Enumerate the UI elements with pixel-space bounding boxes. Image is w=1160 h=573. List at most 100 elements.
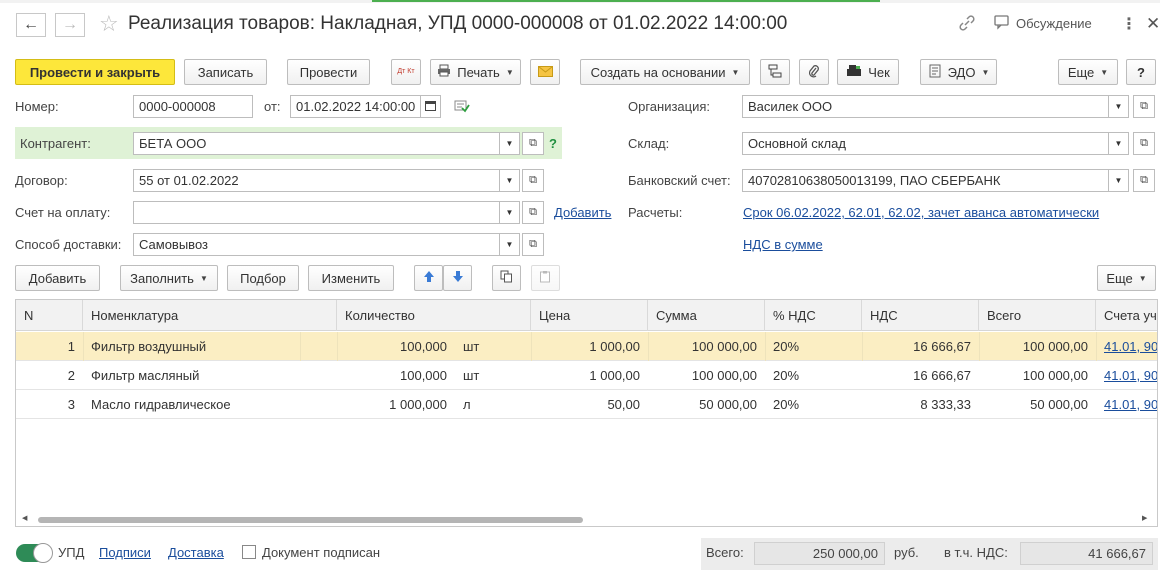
attachments-button[interactable]	[799, 59, 829, 85]
table-row[interactable]: 2 Фильтр масляный 100,000 шт 1 000,00 10…	[16, 361, 1157, 390]
goods-table[interactable]: N Номенклатура Количество Цена Сумма % Н…	[15, 299, 1158, 527]
open-icon: ⧉	[529, 238, 537, 250]
cell-unit: шт	[463, 339, 480, 354]
add-row-button[interactable]: Добавить	[15, 265, 100, 291]
delivery-method-open-button[interactable]: ⧉	[522, 233, 544, 256]
cell-n: 3	[67, 397, 75, 412]
signatures-link[interactable]: Подписи	[99, 545, 151, 560]
more-label: Еще	[1067, 64, 1095, 80]
invoice-field[interactable]	[133, 201, 500, 224]
favorite-star-icon[interactable]: ☆	[99, 11, 119, 37]
scroll-right-icon[interactable]: ▶	[1142, 514, 1147, 522]
paste-icon	[539, 270, 552, 286]
warehouse-dropdown[interactable]: ▼	[1109, 132, 1129, 155]
column-header-price[interactable]: Цена	[531, 300, 648, 331]
paste-row-button[interactable]	[531, 265, 560, 291]
discussion-button[interactable]: Обсуждение	[993, 14, 1092, 33]
delivery-link[interactable]: Доставка	[168, 545, 224, 560]
document-flow-icon	[928, 64, 942, 81]
invoice-dropdown[interactable]: ▼	[500, 201, 520, 224]
close-icon[interactable]: ✕	[1146, 14, 1160, 34]
column-header-qty[interactable]: Количество	[337, 300, 531, 331]
column-header-name[interactable]: Номенклатура	[83, 300, 337, 331]
contract-dropdown[interactable]: ▼	[500, 169, 520, 192]
more-button[interactable]: Еще ▼	[1058, 59, 1118, 85]
contract-field[interactable]: 55 от 01.02.2022	[133, 169, 500, 192]
vat-total-label: в т.ч. НДС:	[944, 545, 1008, 560]
bank-account-open-button[interactable]: ⧉	[1133, 169, 1155, 192]
dt-kt-button[interactable]: Дт Кт	[391, 59, 421, 85]
table-row[interactable]: 3 Масло гидравлическое 1 000,000 л 50,00…	[16, 390, 1157, 419]
contract-open-button[interactable]: ⧉	[522, 169, 544, 192]
organization-open-button[interactable]: ⧉	[1133, 95, 1155, 118]
column-header-n[interactable]: N	[16, 300, 83, 331]
pick-button[interactable]: Подбор	[227, 265, 299, 291]
delivery-method-dropdown[interactable]: ▼	[500, 233, 520, 256]
delivery-method-label: Способ доставки:	[15, 237, 122, 252]
create-based-on-button[interactable]: Создать на основании ▼	[580, 59, 750, 85]
edo-button[interactable]: ЭДО ▼	[920, 59, 997, 85]
column-header-accounts[interactable]: Счета уч	[1096, 300, 1157, 331]
scroll-left-icon[interactable]: ◀	[22, 514, 27, 522]
validate-icon[interactable]	[454, 99, 470, 116]
post-and-close-button[interactable]: Провести и закрыть	[15, 59, 175, 85]
invoice-add-link[interactable]: Добавить	[554, 205, 611, 220]
chevron-down-icon: ▼	[505, 176, 514, 185]
back-button[interactable]: ←	[16, 13, 46, 37]
move-up-button[interactable]	[414, 265, 443, 291]
column-header-sum[interactable]: Сумма	[648, 300, 765, 331]
organization-field[interactable]: Василек ООО	[742, 95, 1109, 118]
scrollbar-thumb[interactable]	[38, 517, 583, 523]
open-icon: ⧉	[1140, 100, 1148, 112]
hierarchy-icon	[768, 64, 782, 81]
settlements-link[interactable]: Срок 06.02.2022, 62.01, 62.02, зачет ава…	[743, 205, 1099, 220]
chevron-down-icon: ▼	[1114, 176, 1123, 185]
cell-price: 1 000,00	[589, 368, 640, 383]
post-button[interactable]: Провести	[287, 59, 370, 85]
contractor-field[interactable]: БЕТА ООО	[133, 132, 500, 155]
chevron-down-icon: ▼	[1114, 102, 1123, 111]
column-header-vat-rate[interactable]: % НДС	[765, 300, 862, 331]
cell-accounts-link[interactable]: 41.01, 90	[1096, 332, 1157, 361]
email-button[interactable]	[530, 59, 560, 85]
warehouse-open-button[interactable]: ⧉	[1133, 132, 1155, 155]
forward-button[interactable]: →	[55, 13, 85, 37]
invoice-label: Счет на оплату:	[15, 205, 111, 220]
delivery-method-field[interactable]: Самовывоз	[133, 233, 500, 256]
save-button[interactable]: Записать	[184, 59, 267, 85]
more-actions-icon[interactable]: ⋮	[1121, 14, 1137, 34]
vat-in-sum-link[interactable]: НДС в сумме	[743, 237, 823, 252]
cell-accounts-link[interactable]: 41.01, 90	[1096, 390, 1157, 419]
help-button[interactable]: ?	[1126, 59, 1156, 85]
link-icon[interactable]	[958, 14, 976, 32]
contractor-open-button[interactable]: ⧉	[522, 132, 544, 155]
fill-button[interactable]: Заполнить ▼	[120, 265, 218, 291]
invoice-open-button[interactable]: ⧉	[522, 201, 544, 224]
column-header-vat[interactable]: НДС	[862, 300, 979, 331]
bank-account-dropdown[interactable]: ▼	[1109, 169, 1129, 192]
print-button[interactable]: Печать ▼	[430, 59, 521, 85]
column-header-total[interactable]: Всего	[979, 300, 1096, 331]
number-field[interactable]: 0000-000008	[133, 95, 253, 118]
upd-toggle[interactable]	[16, 543, 53, 563]
signed-checkbox[interactable]	[242, 545, 256, 559]
table-row[interactable]: 1 Фильтр воздушный 100,000 шт 1 000,00 1…	[16, 332, 1157, 361]
copy-row-button[interactable]	[492, 265, 521, 291]
cell-sum: 100 000,00	[691, 368, 757, 383]
contractor-dropdown[interactable]: ▼	[500, 132, 520, 155]
open-icon: ⧉	[529, 206, 537, 218]
cell-accounts-link[interactable]: 41.01, 90	[1096, 361, 1157, 390]
warehouse-field[interactable]: Основной склад	[742, 132, 1109, 155]
change-button[interactable]: Изменить	[308, 265, 394, 291]
calendar-button[interactable]	[421, 95, 441, 118]
bank-account-field[interactable]: 40702810638050013199, ПАО СБЕРБАНК	[742, 169, 1109, 192]
receipt-button[interactable]: Чек	[837, 59, 899, 85]
move-down-button[interactable]	[443, 265, 472, 291]
vat-total-value: 41 666,67	[1020, 542, 1153, 565]
structure-button[interactable]	[760, 59, 790, 85]
date-field[interactable]: 01.02.2022 14:00:00	[290, 95, 421, 118]
horizontal-scrollbar[interactable]: ◀ ▶	[16, 512, 1157, 526]
table-more-button[interactable]: Еще ▼	[1097, 265, 1156, 291]
organization-dropdown[interactable]: ▼	[1109, 95, 1129, 118]
contractor-help-icon[interactable]: ?	[549, 136, 557, 151]
